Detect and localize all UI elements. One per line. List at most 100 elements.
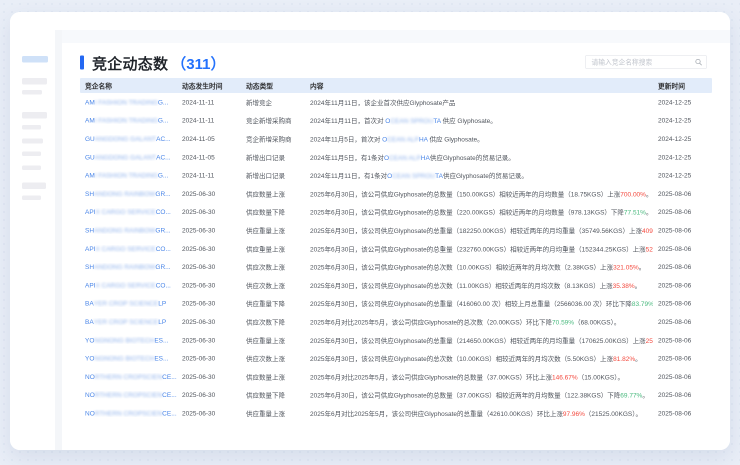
table-row[interactable]: SHANDONG RAINBOW GR...2025-06-30供应数量上涨20…	[80, 184, 712, 202]
record-count: （311）	[171, 52, 225, 74]
company-name-link[interactable]: APIX CARGO SERVICE CO...	[85, 281, 171, 289]
company-name-prefix: BA	[85, 300, 94, 308]
sidebar-item[interactable]	[22, 78, 47, 85]
company-name-blurred: ANGDONG GALANT	[95, 135, 156, 143]
company-name-suffix: AC...	[156, 153, 170, 161]
table-row[interactable]: APIX CARGO SERVICE CO...2025-06-30供应重量上涨…	[80, 239, 712, 257]
content-text: 2024年11月5日，有1条对	[310, 154, 384, 162]
content-cell: 2025年6月30日，该公司供应Glyphosate的总次数（10.00KGS）…	[305, 262, 653, 272]
table-row[interactable]: GUANGDONG GALANT AC...2024-11-05新增出口记录20…	[80, 148, 712, 166]
table-row[interactable]: YONGNONG BIOTECH ES...2025-06-30供应重量上涨20…	[80, 331, 712, 349]
company-name-link[interactable]: NORTHERN CROPSCIENCE...	[85, 409, 177, 417]
updated-date-cell: 2024-12-25	[653, 172, 712, 180]
company-name-link[interactable]: GUANGDONG GALANT AC...	[85, 135, 171, 143]
table-row[interactable]: AMI FASHION TRADING G...2024-11-11新增竞企20…	[80, 93, 712, 111]
table-row[interactable]: GUANGDONG GALANT AC...2024-11-05竞企新增采购商2…	[80, 130, 712, 148]
content-company-blurred[interactable]: CEAN ALP	[389, 154, 421, 162]
company-name-blurred: ANDONG RAINBOW	[94, 226, 155, 234]
content-cell: 2025年6月30日，该公司供应Glyphosate的总重量（182250.00…	[305, 225, 653, 235]
search-icon[interactable]	[695, 58, 703, 66]
dynamic-type-cell: 供应数量下降	[241, 207, 305, 217]
table-row[interactable]: YONGNONG BIOTECH ES...2025-06-30供应次数上涨20…	[80, 349, 712, 367]
table-row[interactable]: NORTHERN CROPSCIENCE...2025-06-30供应数量下降2…	[80, 386, 712, 404]
sidebar-item[interactable]	[22, 152, 41, 157]
content-company-link[interactable]: HA	[419, 135, 428, 143]
company-name-link[interactable]: AMI FASHION TRADING G...	[85, 117, 168, 125]
content-company-link[interactable]: TA	[433, 117, 440, 125]
content-text: 。	[642, 392, 649, 400]
updated-date-cell: 2025-08-06	[653, 190, 712, 198]
table-row[interactable]: NORTHERN CROPSCIENCE...2025-06-30供应重量上涨2…	[80, 404, 712, 422]
content-cell: 2025年6月对比2025年5月，该公司供应Glyphosate的总次数（20.…	[305, 317, 653, 327]
table-row[interactable]: BAYER CROP SCIENCE LP2025-06-30供应重量下降202…	[80, 294, 712, 312]
company-name-prefix: API	[85, 208, 95, 216]
content-cell: 2024年11月11日，首次对 OCEAN SPROUTA 供应 Glyphos…	[305, 116, 653, 126]
content-text: 2025年6月对比2025年5月，该公司供应Glyphosate的总次数（20.…	[310, 318, 552, 326]
table-row[interactable]: SHANDONG RAINBOW GR...2025-06-30供应重量上涨20…	[80, 221, 712, 239]
sidebar	[10, 12, 55, 450]
company-name-blurred: NGNONG BIOTECH	[94, 355, 154, 363]
content-text: 。	[635, 355, 642, 363]
dynamic-type-cell: 供应次数下降	[241, 317, 305, 327]
company-name-link[interactable]: AMI FASHION TRADING G...	[85, 172, 168, 180]
company-name-prefix: NO	[85, 409, 95, 417]
dynamic-date-cell: 2025-06-30	[177, 318, 241, 326]
company-name-link[interactable]: SHANDONG RAINBOW GR...	[85, 226, 171, 234]
content-percent-down: 70.59%	[552, 318, 574, 326]
sidebar-divider	[55, 30, 62, 450]
sidebar-item[interactable]	[22, 125, 41, 130]
updated-date-cell: 2025-08-06	[653, 318, 712, 326]
sidebar-item[interactable]	[22, 139, 43, 144]
content-text: （68.00KGS）。	[574, 318, 620, 326]
column-header-updated: 更新时间	[653, 81, 712, 91]
company-name-link[interactable]: SHANDONG RAINBOW GR...	[85, 190, 171, 198]
sidebar-item[interactable]	[22, 166, 41, 171]
company-name-link[interactable]: SHANDONG RAINBOW GR...	[85, 263, 171, 271]
sidebar-item-active[interactable]	[22, 56, 48, 63]
table-row[interactable]: AMI FASHION TRADING G...2024-11-11新增出口记录…	[80, 166, 712, 184]
company-name-link[interactable]: AMI FASHION TRADING G...	[85, 98, 168, 106]
main-panel: 竞企动态数 （311） 竞企名称 动态发生时间 动态类型 内容 更新时间	[62, 12, 730, 450]
table-row[interactable]: SHANDONG RAINBOW GR...2025-06-30供应次数上涨20…	[80, 258, 712, 276]
company-name-blurred: I FASHION TRADING	[95, 172, 158, 180]
content-company-blurred[interactable]: CEAN ALP	[387, 135, 419, 143]
company-name-link[interactable]: NORTHERN CROPSCIENCE...	[85, 373, 177, 381]
content-company-link[interactable]: TA	[435, 172, 443, 180]
table-row[interactable]: BAYER CROP SCIENCE LP 2025-06-30供应次数下降 202…	[80, 313, 712, 331]
content-text: 供应Glyphosate的贸易记录。	[443, 172, 528, 180]
content-company-link[interactable]: HA	[421, 154, 430, 162]
company-name-link[interactable]: GUANGDONG GALANT AC...	[85, 153, 171, 161]
content-text: 2024年11月5日，首次对	[310, 135, 382, 143]
company-name-prefix: BA	[85, 318, 94, 326]
search-input[interactable]	[585, 55, 707, 69]
table-row[interactable]: AMI FASHION TRADING G...2024-11-11竞企新增采购…	[80, 111, 712, 129]
company-name-link[interactable]: APIX CARGO SERVICE CO...	[85, 208, 171, 216]
company-name-link[interactable]: NORTHERN CROPSCIENCE...	[85, 391, 177, 399]
company-name-blurred: RTHERN CROPSCIEN	[95, 409, 162, 417]
updated-date-cell: 2024-12-25	[653, 98, 712, 106]
title-accent-bar	[80, 56, 84, 70]
sidebar-item[interactable]	[22, 183, 46, 190]
sidebar-item[interactable]	[22, 112, 47, 119]
company-name-link[interactable]: YONGNONG BIOTECH ES...	[85, 355, 168, 363]
updated-date-cell: 2025-08-06	[653, 300, 712, 308]
table-row[interactable]: APIX CARGO SERVICE CO...2025-06-30供应数量下降…	[80, 203, 712, 221]
content-text: 2025年6月30日，该公司供应Glyphosate的总次数（10.00KGS）…	[310, 264, 613, 272]
dynamic-type-cell: 供应次数上涨	[241, 262, 305, 272]
content-company-blurred[interactable]: CEAN SPROU	[390, 117, 433, 125]
company-name-link[interactable]: BAYER CROP SCIENCE LP	[85, 318, 166, 326]
table-row[interactable]: NORTHERN CROPSCIENCE...2025-06-30供应数量上涨2…	[80, 367, 712, 385]
company-name-link[interactable]: BAYER CROP SCIENCE LP	[85, 300, 166, 308]
table-row[interactable]: APIX CARGO SERVICE CO...2025-06-30供应次数上涨…	[80, 276, 712, 294]
company-name-suffix: G...	[158, 98, 168, 106]
sidebar-item[interactable]	[22, 196, 41, 201]
company-name-cell: APIX CARGO SERVICE CO...	[80, 245, 177, 253]
company-name-suffix: CE...	[162, 409, 176, 417]
content-company-blurred[interactable]: CEAN SPROU	[392, 172, 435, 180]
company-name-link[interactable]: APIX CARGO SERVICE CO...	[85, 245, 171, 253]
sidebar-item[interactable]	[22, 90, 42, 95]
content-percent-down: 69.77%	[620, 392, 642, 400]
dynamic-type-cell: 新增出口记录	[241, 171, 305, 181]
content-cell: 2025年6月对比2025年5月，该公司供应Glyphosate的总重量（426…	[305, 408, 653, 418]
company-name-link[interactable]: YONGNONG BIOTECH ES...	[85, 336, 168, 344]
